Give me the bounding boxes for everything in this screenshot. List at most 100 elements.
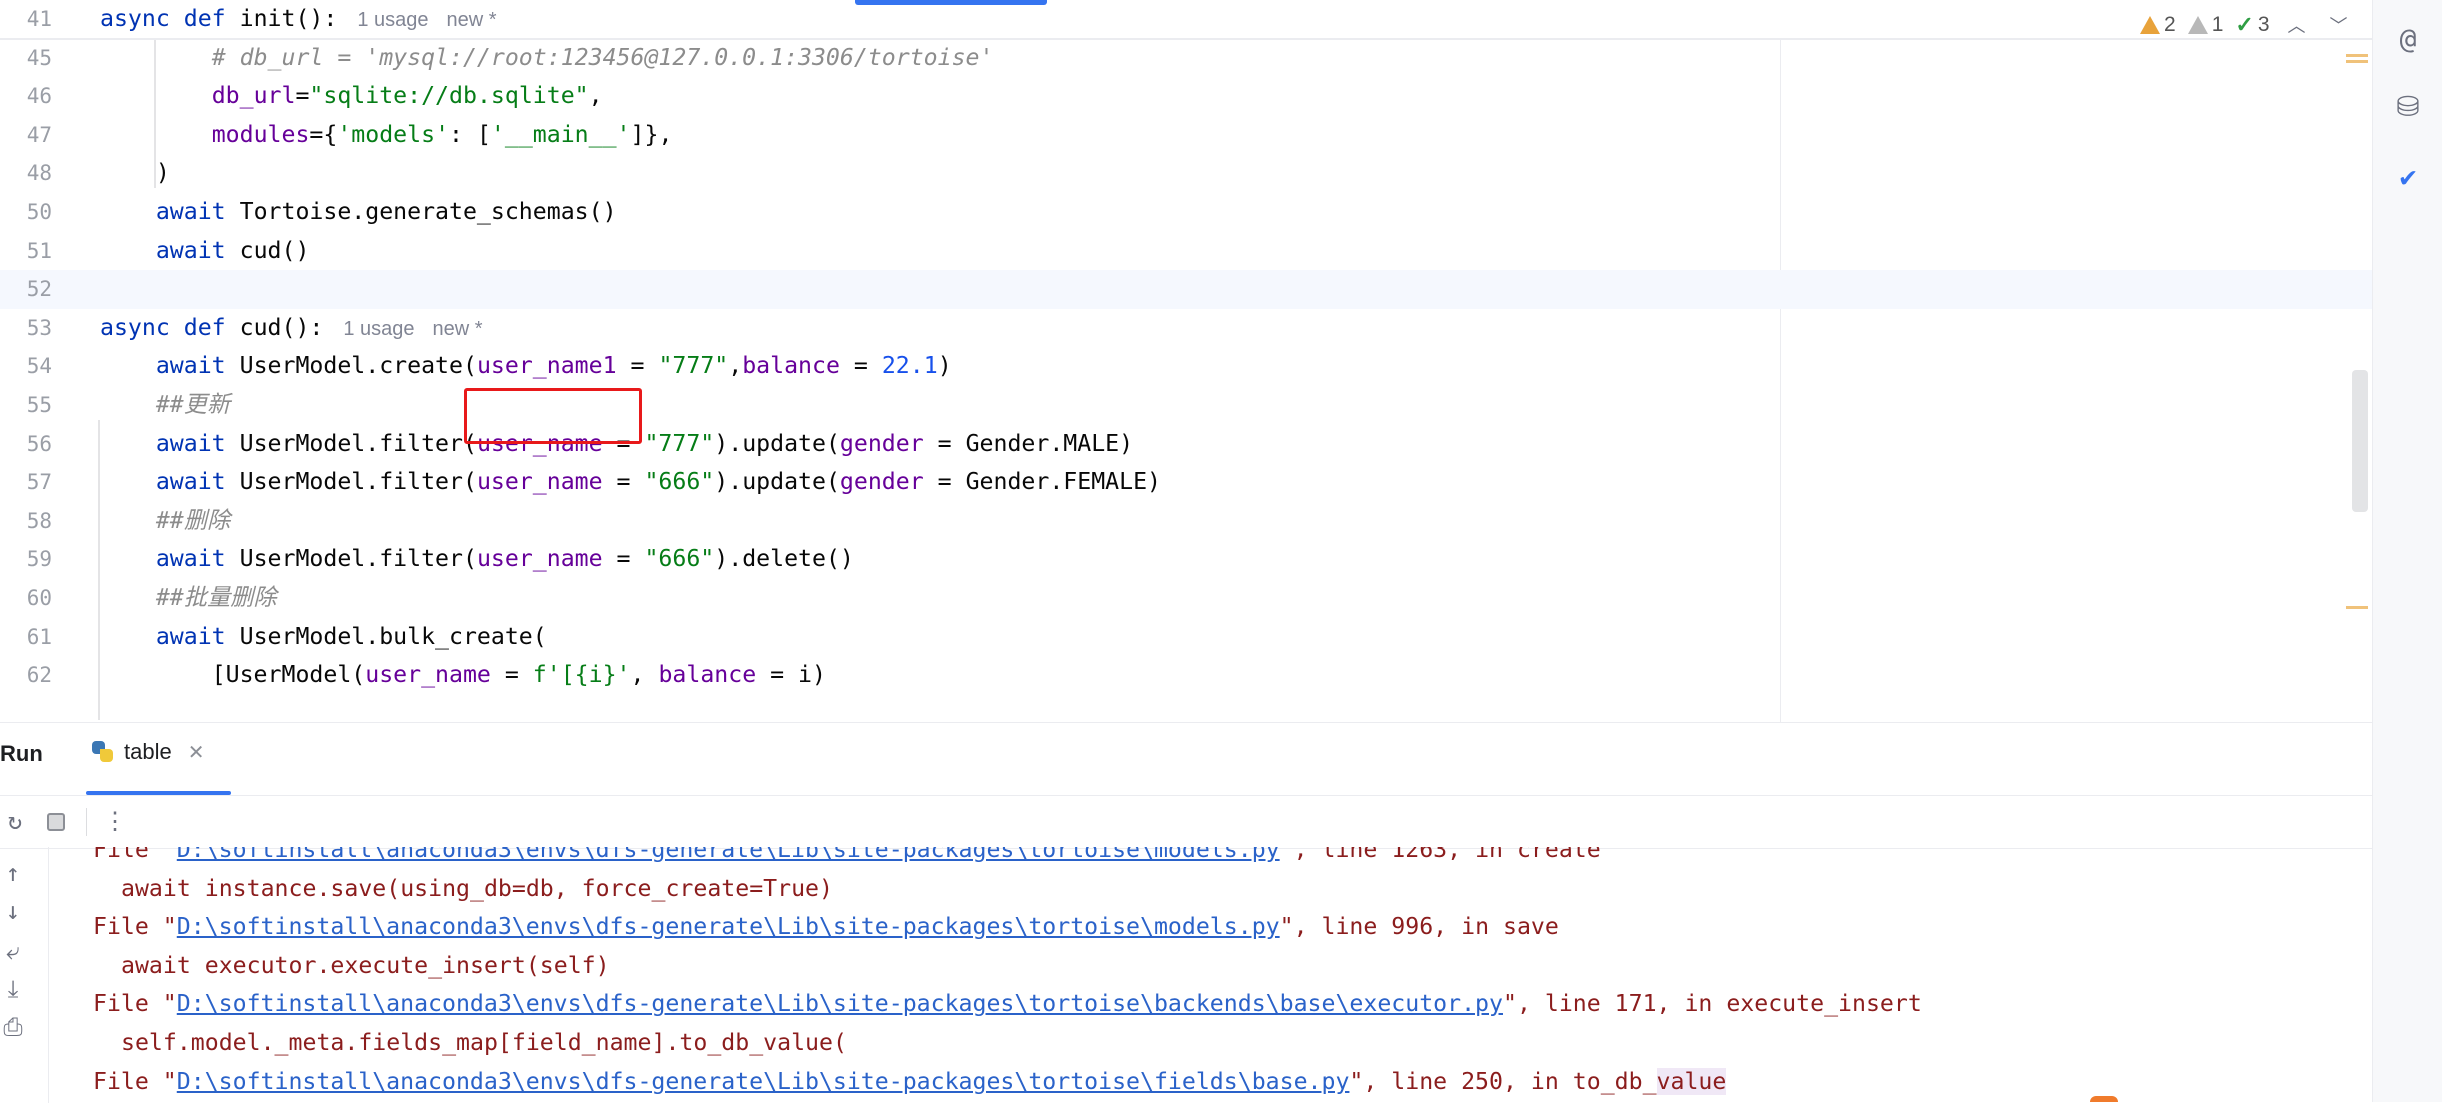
- inlay-hint[interactable]: new *: [447, 9, 497, 31]
- line-number: 51: [26, 238, 52, 263]
- code-text: async def init(): 1 usage new *: [100, 0, 497, 40]
- run-toolbar: ↻ ⋮: [0, 795, 2372, 849]
- code-line[interactable]: 51 await cud(): [0, 232, 2372, 271]
- inspection-widget[interactable]: 2 1 ✓ 3 ︿ ﹀: [2140, 12, 2354, 38]
- code-line[interactable]: 60 ##批量删除: [0, 579, 2372, 618]
- editor-scrollbar[interactable]: [2352, 370, 2368, 512]
- arrow-down-icon[interactable]: ↓: [0, 897, 26, 925]
- ok-count[interactable]: ✓ 3: [2235, 12, 2269, 38]
- right-tool-strip: @ ⛁ ✔: [2372, 0, 2442, 1102]
- stop-icon[interactable]: [47, 813, 65, 831]
- code-token: ).update(: [714, 468, 840, 496]
- inlay-hint[interactable]: new *: [433, 318, 483, 340]
- code-line[interactable]: 54 await UserModel.create(user_name1 = "…: [0, 347, 2372, 386]
- code-line[interactable]: 52: [0, 270, 2372, 309]
- code-token: # db_url = 'mysql://root:123456@127.0.0.…: [211, 43, 994, 71]
- warning-stripe-marker[interactable]: [2346, 606, 2368, 609]
- inlay-hint[interactable]: 1 usage: [343, 318, 414, 340]
- console-text: File ": [93, 847, 177, 863]
- console-line: File "D:\softinstall\anaconda3\envs\dfs-…: [93, 908, 1559, 947]
- line-number: 60: [26, 586, 52, 610]
- arrow-up-icon[interactable]: ↑: [0, 859, 26, 887]
- warning-stripe-marker[interactable]: [2346, 60, 2368, 63]
- code-token: =: [295, 82, 310, 110]
- code-line[interactable]: 62 [UserModel(user_name = f'[{i}', balan…: [0, 656, 2372, 695]
- console-text: File ": [93, 913, 177, 941]
- warning-stripe-marker[interactable]: [2346, 54, 2368, 57]
- code-token: ,: [728, 352, 743, 380]
- inlay-hint[interactable]: 1 usage: [357, 9, 428, 31]
- code-token: UserModel.create(: [239, 352, 477, 380]
- console-output[interactable]: File "D:\softinstall\anaconda3\envs\dfs-…: [48, 847, 2373, 1103]
- tab-table[interactable]: table ✕: [92, 739, 204, 765]
- warning-icon: [2140, 16, 2160, 34]
- code-line[interactable]: 57 await UserModel.filter(user_name = "6…: [0, 463, 2372, 502]
- line-number: 62: [26, 663, 52, 688]
- chevron-up-icon[interactable]: ︿: [2282, 12, 2312, 38]
- code-token: user_name1: [476, 352, 617, 380]
- chevron-down-icon[interactable]: ﹀: [2324, 12, 2354, 38]
- scroll-to-end-icon[interactable]: ⤓: [0, 975, 26, 1003]
- code-token: cud():: [239, 313, 324, 341]
- file-path-link[interactable]: D:\softinstall\anaconda3\envs\dfs-genera…: [177, 913, 1280, 940]
- code-token: await: [155, 198, 240, 225]
- file-path-link[interactable]: D:\softinstall\anaconda3\envs\dfs-genera…: [177, 847, 1280, 863]
- checkmark-icon: ✓: [2235, 12, 2254, 37]
- console-text: ", line 1263, in create: [1279, 847, 1601, 863]
- sticky-header-divider: [0, 38, 2372, 40]
- database-icon[interactable]: ⛁: [2391, 90, 2425, 124]
- ok-count-label: 3: [2257, 13, 2270, 36]
- code-text: async def cud(): 1 usage new *: [100, 309, 483, 349]
- weak-warning-count-label: 1: [2211, 13, 2224, 36]
- line-number: 41: [26, 7, 52, 31]
- code-line[interactable]: 45 # db_url = 'mysql://root:123456@127.0…: [0, 39, 2372, 78]
- line-number: 52: [26, 277, 52, 302]
- code-line[interactable]: 56 await UserModel.filter(user_name = "7…: [0, 425, 2372, 464]
- code-token: "sqlite://db.sqlite": [309, 82, 589, 110]
- more-options-icon[interactable]: ⋮: [100, 806, 130, 836]
- line-number: 54: [26, 354, 52, 379]
- code-line[interactable]: 48 ): [0, 154, 2372, 193]
- code-line[interactable]: 46 db_url="sqlite://db.sqlite",: [0, 77, 2372, 116]
- code-text: ##更新: [100, 386, 230, 425]
- code-token: init():: [239, 5, 338, 32]
- weak-warning-count[interactable]: 1: [2187, 13, 2224, 37]
- warning-count-label: 2: [2164, 13, 2176, 36]
- code-line[interactable]: 58 ##删除: [0, 502, 2372, 541]
- code-token: '__main__': [490, 120, 631, 148]
- code-token: ): [937, 352, 952, 380]
- console-text: ", line 171, in execute_insert: [1502, 990, 1922, 1018]
- warning-count[interactable]: 2: [2140, 13, 2176, 37]
- code-line[interactable]: 59 await UserModel.filter(user_name = "6…: [0, 540, 2372, 579]
- line-number: 53: [26, 315, 52, 340]
- code-line[interactable]: 61 await UserModel.bulk_create(: [0, 618, 2372, 657]
- code-line[interactable]: 41 async def init(): 1 usage new *: [0, 0, 2372, 39]
- soft-wrap-icon[interactable]: ⤶: [0, 937, 26, 965]
- file-path-link[interactable]: D:\softinstall\anaconda3\envs\dfs-genera…: [177, 990, 1503, 1017]
- code-token: ): [100, 159, 170, 187]
- code-text: await UserModel.filter(user_name = "666"…: [100, 540, 854, 579]
- ai-assistant-icon[interactable]: @: [2391, 22, 2425, 56]
- print-icon[interactable]: ⎙: [0, 1013, 26, 1041]
- close-icon[interactable]: ✕: [188, 740, 205, 765]
- plugin-icon[interactable]: ✔: [2391, 160, 2425, 194]
- file-path-link[interactable]: D:\softinstall\anaconda3\envs\dfs-genera…: [177, 1068, 1350, 1095]
- code-token: gender: [839, 429, 924, 457]
- run-tab-bar: Run table ✕: [0, 723, 2372, 795]
- code-line[interactable]: 47 modules={'models': ['__main__']},: [0, 116, 2372, 155]
- code-editor[interactable]: 41 async def init(): 1 usage new * 45 # db_u…: [0, 0, 2372, 722]
- line-number: 45: [26, 45, 52, 70]
- line-number: 50: [26, 200, 52, 224]
- code-token: "666": [644, 545, 715, 573]
- code-token: ,: [588, 82, 603, 110]
- run-tool-window: Run table ✕ ↻ ⋮ ↑ ↓ ⤶ ⤓ ⎙ File "D:\softi…: [0, 722, 2372, 1103]
- code-token: 22.1: [881, 352, 938, 380]
- rerun-icon[interactable]: ↻: [0, 806, 30, 836]
- code-line[interactable]: 55 ##更新: [0, 386, 2372, 425]
- toolbar-separator: [86, 808, 87, 836]
- code-line[interactable]: 50 await Tortoise.generate_schemas(): [0, 193, 2372, 232]
- code-line[interactable]: 53 async def cud(): 1 usage new *: [0, 309, 2372, 348]
